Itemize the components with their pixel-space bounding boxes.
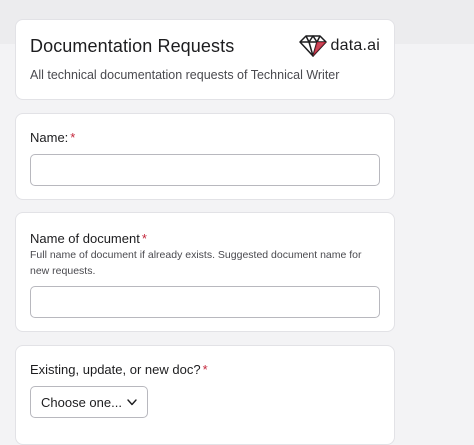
form-header-card: Documentation Requests data.ai All techn… [15,19,395,100]
name-input[interactable] [30,154,380,186]
name-question-card: Name: * [15,113,395,200]
required-asterisk: * [202,362,208,377]
doc-type-selected-value: Choose one... [41,394,122,410]
document-name-label: Name of document * [30,231,147,246]
document-name-input[interactable] [30,286,380,318]
doc-type-question-card: Existing, update, or new doc? * Choose on… [15,345,395,445]
diamond-logo-icon [298,35,327,57]
brand-logo: data.ai [298,34,380,58]
doc-type-label: Existing, update, or new doc? * [30,362,208,377]
doc-type-label-text: Existing, update, or new doc? [30,362,201,377]
required-asterisk: * [141,231,147,246]
name-label: Name: * [30,130,75,145]
chevron-down-icon [127,399,137,406]
name-label-text: Name: [30,130,69,145]
document-name-question-card: Name of document * Full name of document … [15,212,395,332]
required-asterisk: * [70,130,76,145]
form-description: All technical documentation requests of … [30,68,340,82]
document-name-label-text: Name of document [30,231,140,246]
form-title: Documentation Requests [30,36,235,56]
logo-text: data.ai [330,37,380,54]
doc-type-select[interactable]: Choose one... [30,386,148,418]
document-name-help-text: Full name of document if already exists.… [30,249,362,277]
